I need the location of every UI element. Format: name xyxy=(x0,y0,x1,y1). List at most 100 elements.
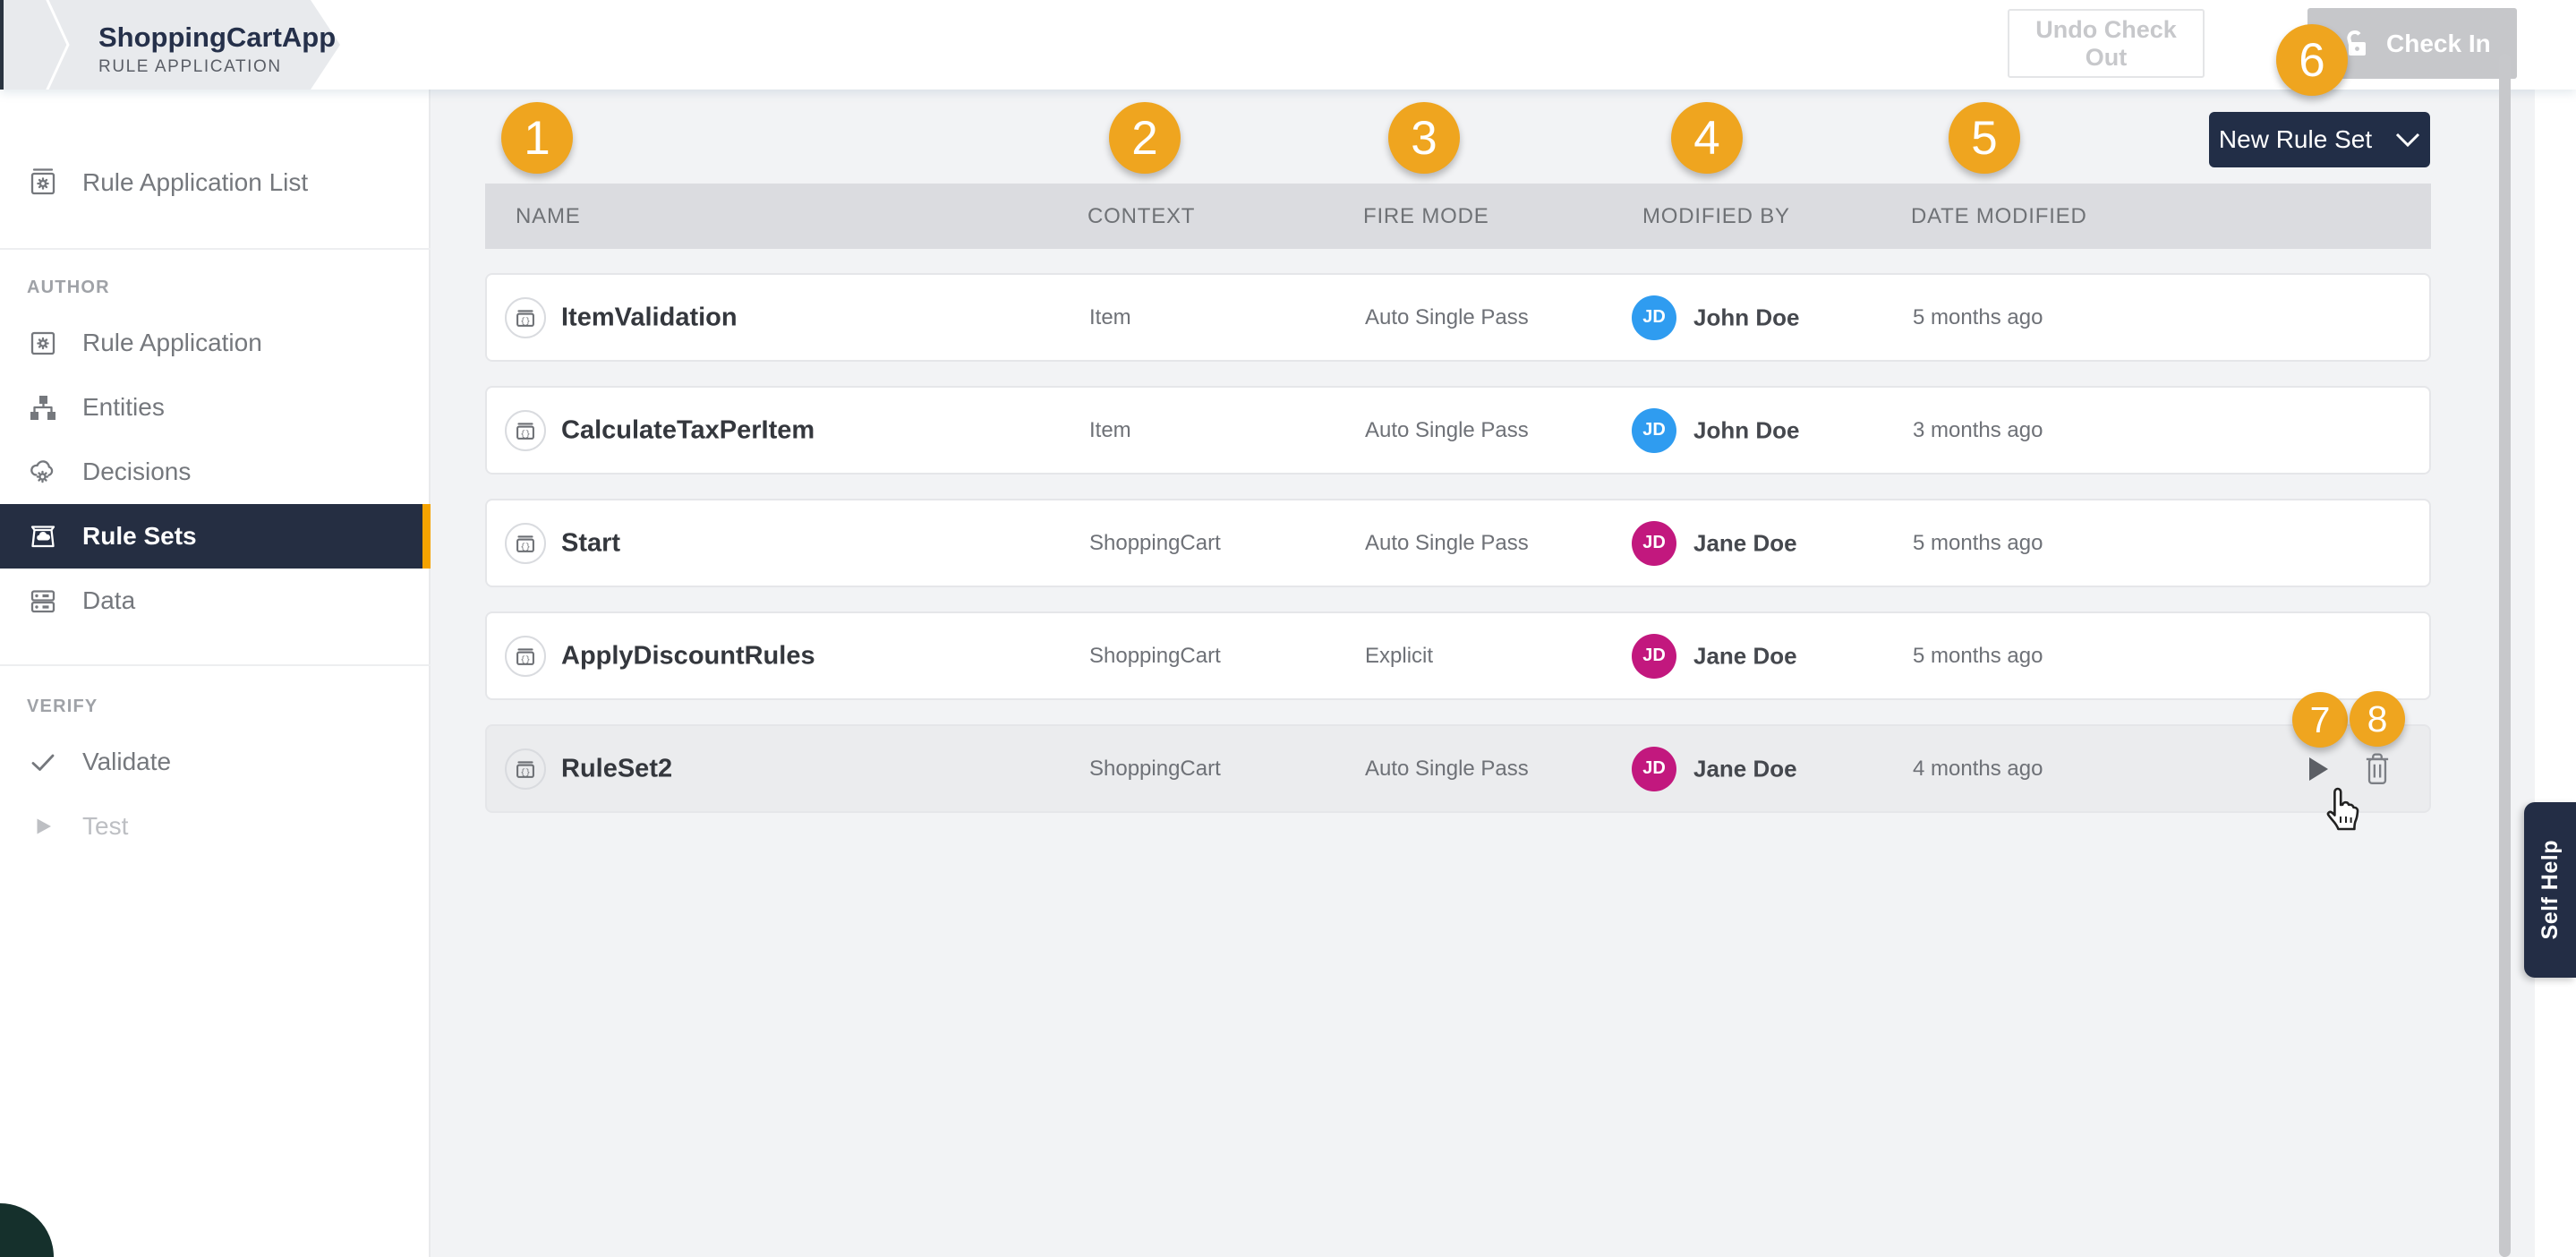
test-icon xyxy=(27,810,59,842)
avatar: JD xyxy=(1632,521,1676,566)
cell-context: Item xyxy=(1089,418,1131,443)
chevron-down-icon xyxy=(2395,133,2420,148)
svg-text:{}: {} xyxy=(520,315,530,325)
cell-name[interactable]: CalculateTaxPerItem xyxy=(561,415,815,445)
sidebar-section-author: AUTHOR xyxy=(27,278,110,298)
column-header-fire-mode[interactable]: FIRE MODE xyxy=(1363,204,1489,229)
top-header: ShoppingCartApp RULE APPLICATION Undo Ch… xyxy=(0,0,2576,90)
cell-fire-mode: Auto Single Pass xyxy=(1365,757,1529,782)
svg-text:{}: {} xyxy=(520,428,530,438)
column-header-modified-by[interactable]: MODIFIED BY xyxy=(1642,204,1790,229)
cell-date-modified: 4 months ago xyxy=(1913,757,2043,782)
run-rule-set-button[interactable] xyxy=(2306,755,2331,783)
self-help-label: Self Help xyxy=(2538,840,2563,939)
cell-name[interactable]: RuleSet2 xyxy=(561,754,672,783)
right-edge-panel xyxy=(2535,90,2576,1257)
sidebar-item-data[interactable]: Data xyxy=(0,569,431,633)
cell-context: Item xyxy=(1089,305,1131,330)
sidebar-item-test[interactable]: Test xyxy=(0,794,431,859)
annotation-badge-5: 5 xyxy=(1949,102,2020,174)
rule-set-icon: {} xyxy=(505,297,546,338)
rule-sets-icon xyxy=(27,520,59,552)
delete-rule-set-button[interactable] xyxy=(2363,752,2392,786)
sidebar-item-decisions[interactable]: Decisions xyxy=(0,440,431,504)
svg-text:{}: {} xyxy=(520,654,530,663)
undo-check-out-button[interactable]: Undo Check Out xyxy=(2008,9,2205,78)
annotation-badge-8: 8 xyxy=(2350,691,2405,747)
sidebar-item-rule-application-list[interactable]: Rule Application List xyxy=(0,150,431,215)
cell-fire-mode: Explicit xyxy=(1365,644,1433,669)
column-header-context[interactable]: CONTEXT xyxy=(1088,204,1195,229)
cell-modified-by: Jane Doe xyxy=(1693,755,1797,782)
avatar: JD xyxy=(1632,408,1676,453)
check-in-label: Check In xyxy=(2386,30,2491,58)
annotation-badge-7: 7 xyxy=(2292,692,2348,748)
cell-fire-mode: Auto Single Pass xyxy=(1365,418,1529,443)
cell-date-modified: 5 months ago xyxy=(1913,305,2043,330)
decisions-icon xyxy=(27,456,59,488)
sidebar-item-label: Entities xyxy=(82,393,165,422)
rule-set-icon: {} xyxy=(505,636,546,677)
self-help-tab[interactable]: Self Help xyxy=(2524,802,2576,978)
sidebar-divider xyxy=(0,248,431,250)
data-icon xyxy=(27,585,59,617)
annotation-badge-6: 6 xyxy=(2276,24,2348,96)
cell-context: ShoppingCart xyxy=(1089,531,1221,556)
cell-fire-mode: Auto Single Pass xyxy=(1365,531,1529,556)
sidebar-divider xyxy=(0,664,431,666)
table-row-ruleset2[interactable]: {} RuleSet2 ShoppingCart Auto Single Pas… xyxy=(485,724,2431,813)
app-subtitle: RULE APPLICATION xyxy=(98,57,282,77)
cell-modified-by: Jane Doe xyxy=(1693,529,1797,557)
cell-name[interactable]: Start xyxy=(561,528,620,558)
table-row-itemvalidation[interactable]: {} ItemValidation Item Auto Single Pass … xyxy=(485,273,2431,362)
sidebar: Rule Application List AUTHOR Rule Applicat… xyxy=(0,90,431,1257)
svg-text:{}: {} xyxy=(520,541,530,551)
cell-name[interactable]: ItemValidation xyxy=(561,303,738,332)
sidebar-item-rule-application[interactable]: Rule Application xyxy=(0,311,431,375)
app-window: ShoppingCartApp RULE APPLICATION Undo Ch… xyxy=(0,0,2576,1257)
avatar: JD xyxy=(1632,634,1676,679)
sidebar-item-label: Decisions xyxy=(82,457,191,486)
cell-modified-by: John Doe xyxy=(1693,304,1799,331)
vertical-scrollbar[interactable] xyxy=(2499,54,2511,1257)
sidebar-item-label: Validate xyxy=(82,748,171,776)
column-header-name[interactable]: NAME xyxy=(516,204,581,229)
sidebar-item-validate[interactable]: Validate xyxy=(0,730,431,794)
rule-set-icon: {} xyxy=(505,748,546,790)
cell-fire-mode: Auto Single Pass xyxy=(1365,305,1529,330)
table-row-start[interactable]: {} Start ShoppingCart Auto Single Pass J… xyxy=(485,499,2431,587)
cell-context: ShoppingCart xyxy=(1089,644,1221,669)
entities-icon xyxy=(27,391,59,423)
avatar: JD xyxy=(1632,295,1676,340)
rule-application-icon xyxy=(27,327,59,359)
avatar: JD xyxy=(1632,747,1676,791)
sidebar-item-label: Test xyxy=(82,812,128,841)
sidebar-item-label: Rule Application List xyxy=(82,168,308,197)
rule-application-list-icon xyxy=(27,167,59,199)
sidebar-item-entities[interactable]: Entities xyxy=(0,375,431,440)
annotation-badge-1: 1 xyxy=(501,102,573,174)
cell-modified-by: John Doe xyxy=(1693,416,1799,444)
cell-date-modified: 3 months ago xyxy=(1913,418,2043,443)
sidebar-item-label: Rule Sets xyxy=(82,522,197,551)
table-row-applydiscountrules[interactable]: {} ApplyDiscountRules ShoppingCart Expli… xyxy=(485,611,2431,700)
app-title: ShoppingCartApp xyxy=(98,21,336,54)
cell-modified-by: Jane Doe xyxy=(1693,642,1797,670)
sidebar-item-rule-sets[interactable]: Rule Sets xyxy=(0,504,431,569)
table-row-calculatetaxperitem[interactable]: {} CalculateTaxPerItem Item Auto Single … xyxy=(485,386,2431,475)
svg-text:{}: {} xyxy=(520,766,530,776)
new-rule-set-button[interactable]: New Rule Set xyxy=(2209,112,2430,167)
sidebar-item-label: Rule Application xyxy=(82,329,262,357)
sidebar-item-label: Data xyxy=(82,586,135,615)
cell-date-modified: 5 months ago xyxy=(1913,531,2043,556)
annotation-badge-3: 3 xyxy=(1388,102,1460,174)
column-header-date-modified[interactable]: DATE MODIFIED xyxy=(1911,204,2087,229)
annotation-badge-4: 4 xyxy=(1671,102,1743,174)
new-rule-set-label: New Rule Set xyxy=(2219,125,2372,154)
table-header: NAME CONTEXT FIRE MODE MODIFIED BY DATE … xyxy=(485,184,2431,249)
annotation-badge-2: 2 xyxy=(1109,102,1181,174)
rule-set-icon: {} xyxy=(505,523,546,564)
cell-name[interactable]: ApplyDiscountRules xyxy=(561,641,815,671)
cursor-pointer xyxy=(2320,781,2367,833)
rule-set-icon: {} xyxy=(505,410,546,451)
